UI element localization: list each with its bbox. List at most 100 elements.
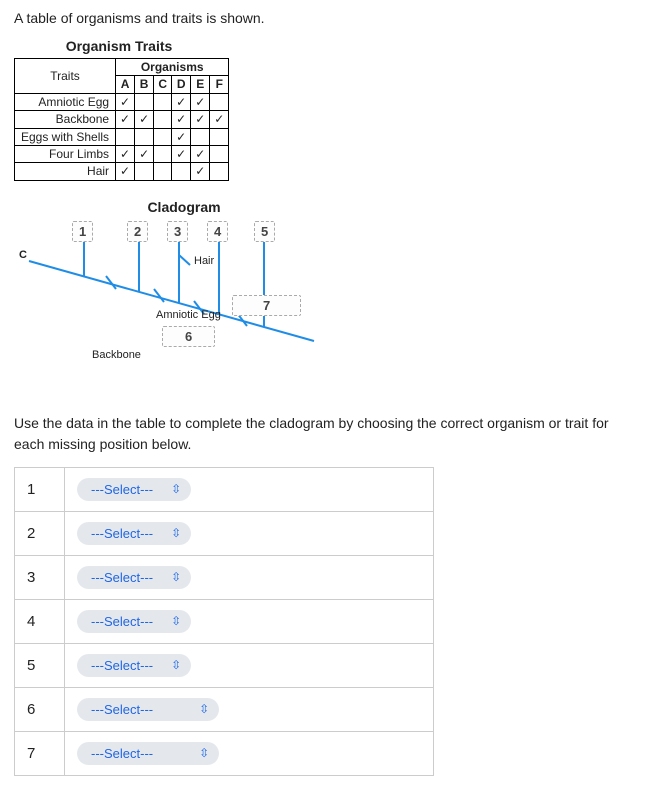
table-row: Four Limbs ✓ ✓ ✓ ✓ bbox=[15, 145, 229, 162]
cell: ✓ bbox=[172, 128, 191, 145]
traits-header: Traits bbox=[15, 59, 116, 94]
table-row: 5 ---Select--- ⇳ bbox=[15, 643, 434, 687]
table-row: 7 ---Select--- ⇳ bbox=[15, 731, 434, 775]
intro-text: A table of organisms and traits is shown… bbox=[14, 10, 638, 26]
trait-label: Eggs with Shells bbox=[15, 128, 116, 145]
trait-label: Four Limbs bbox=[15, 145, 116, 162]
org-col-e: E bbox=[191, 76, 210, 93]
select-4[interactable]: ---Select--- ⇳ bbox=[77, 610, 191, 633]
row-num: 5 bbox=[15, 643, 65, 687]
table-row: 4 ---Select--- ⇳ bbox=[15, 599, 434, 643]
cell: ✓ bbox=[116, 111, 135, 128]
cell bbox=[191, 128, 210, 145]
cell bbox=[154, 128, 172, 145]
org-col-a: A bbox=[116, 76, 135, 93]
caret-icon: ⇳ bbox=[171, 571, 181, 583]
hair-label: Hair bbox=[194, 255, 214, 267]
caret-icon: ⇳ bbox=[171, 483, 181, 495]
trait-label: Amniotic Egg bbox=[15, 93, 116, 110]
select-5[interactable]: ---Select--- ⇳ bbox=[77, 654, 191, 677]
select-text: ---Select--- bbox=[91, 482, 153, 497]
row-num: 1 bbox=[15, 467, 65, 511]
table-row: Eggs with Shells ✓ bbox=[15, 128, 229, 145]
cell bbox=[154, 163, 172, 180]
clado-box-1[interactable]: 1 bbox=[72, 221, 93, 242]
cell bbox=[210, 93, 229, 110]
root-label: C bbox=[19, 249, 27, 261]
clado-box-5[interactable]: 5 bbox=[254, 221, 275, 242]
cell bbox=[172, 163, 191, 180]
org-col-f: F bbox=[210, 76, 229, 93]
amniotic-egg-label: Amniotic Egg bbox=[156, 309, 221, 321]
select-6[interactable]: ---Select--- ⇳ bbox=[77, 698, 219, 721]
cell bbox=[154, 145, 172, 162]
cell bbox=[210, 145, 229, 162]
traits-table: Traits Organisms A B C D E F Amniotic Eg… bbox=[14, 58, 229, 181]
backbone-label: Backbone bbox=[92, 349, 141, 361]
cell: ✓ bbox=[191, 145, 210, 162]
select-text: ---Select--- bbox=[91, 746, 153, 761]
table-row: 3 ---Select--- ⇳ bbox=[15, 555, 434, 599]
table-row: Hair ✓ ✓ bbox=[15, 163, 229, 180]
select-3[interactable]: ---Select--- ⇳ bbox=[77, 566, 191, 589]
cladogram: Cladogram C 1 2 3 4 5 Hair Amniotic bbox=[14, 199, 354, 391]
row-num: 4 bbox=[15, 599, 65, 643]
caret-icon: ⇳ bbox=[199, 747, 209, 759]
cell bbox=[135, 128, 154, 145]
cell: ✓ bbox=[172, 93, 191, 110]
clado-box-7[interactable]: 7 bbox=[232, 295, 301, 316]
select-7[interactable]: ---Select--- ⇳ bbox=[77, 742, 219, 765]
caret-icon: ⇳ bbox=[171, 615, 181, 627]
cell: ✓ bbox=[210, 111, 229, 128]
cell bbox=[154, 93, 172, 110]
cell: ✓ bbox=[172, 145, 191, 162]
cell bbox=[135, 163, 154, 180]
instructions: Use the data in the table to complete th… bbox=[14, 413, 638, 455]
select-text: ---Select--- bbox=[91, 570, 153, 585]
cell: ✓ bbox=[191, 111, 210, 128]
select-1[interactable]: ---Select--- ⇳ bbox=[77, 478, 191, 501]
traits-title: Organism Traits bbox=[14, 38, 224, 54]
cell: ✓ bbox=[172, 111, 191, 128]
row-num: 6 bbox=[15, 687, 65, 731]
caret-icon: ⇳ bbox=[171, 659, 181, 671]
trait-label: Hair bbox=[15, 163, 116, 180]
cell: ✓ bbox=[191, 93, 210, 110]
table-row: Amniotic Egg ✓ ✓ ✓ bbox=[15, 93, 229, 110]
org-col-b: B bbox=[135, 76, 154, 93]
clado-box-6[interactable]: 6 bbox=[162, 326, 215, 347]
cell bbox=[154, 111, 172, 128]
cell: ✓ bbox=[191, 163, 210, 180]
select-text: ---Select--- bbox=[91, 526, 153, 541]
select-text: ---Select--- bbox=[91, 658, 153, 673]
table-row: 6 ---Select--- ⇳ bbox=[15, 687, 434, 731]
clado-box-2[interactable]: 2 bbox=[127, 221, 148, 242]
trait-label: Backbone bbox=[15, 111, 116, 128]
caret-icon: ⇳ bbox=[199, 703, 209, 715]
answer-table: 1 ---Select--- ⇳ 2 ---Select--- ⇳ 3 ---S… bbox=[14, 467, 434, 776]
cell bbox=[116, 128, 135, 145]
cladogram-title: Cladogram bbox=[14, 199, 354, 215]
organisms-header: Organisms bbox=[116, 59, 229, 76]
row-num: 2 bbox=[15, 511, 65, 555]
clado-box-3[interactable]: 3 bbox=[167, 221, 188, 242]
cell: ✓ bbox=[135, 145, 154, 162]
caret-icon: ⇳ bbox=[171, 527, 181, 539]
row-num: 3 bbox=[15, 555, 65, 599]
select-2[interactable]: ---Select--- ⇳ bbox=[77, 522, 191, 545]
cell: ✓ bbox=[116, 93, 135, 110]
table-row: 2 ---Select--- ⇳ bbox=[15, 511, 434, 555]
table-row: Backbone ✓ ✓ ✓ ✓ ✓ bbox=[15, 111, 229, 128]
cell bbox=[210, 163, 229, 180]
row-num: 7 bbox=[15, 731, 65, 775]
clado-box-4[interactable]: 4 bbox=[207, 221, 228, 242]
cell: ✓ bbox=[135, 111, 154, 128]
cell: ✓ bbox=[116, 145, 135, 162]
cell bbox=[135, 93, 154, 110]
org-col-d: D bbox=[172, 76, 191, 93]
cell bbox=[210, 128, 229, 145]
select-text: ---Select--- bbox=[91, 702, 153, 717]
org-col-c: C bbox=[154, 76, 172, 93]
select-text: ---Select--- bbox=[91, 614, 153, 629]
cell: ✓ bbox=[116, 163, 135, 180]
